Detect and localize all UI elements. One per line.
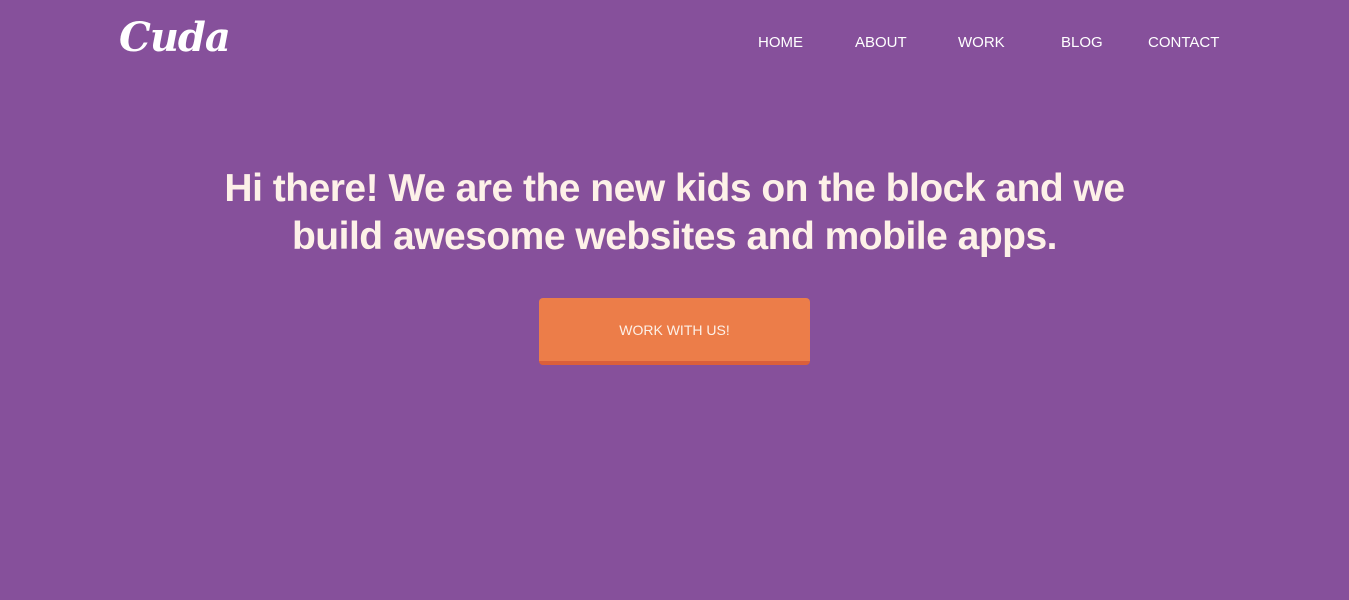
hero-title: Hi there! We are the new kids on the blo…: [224, 167, 1125, 258]
main-nav: HOME ABOUT WORK BLOG CONTACT: [0, 32, 1349, 54]
site-header: Cuda HOME ABOUT WORK BLOG CONTACT: [0, 0, 1349, 90]
nav-item-home[interactable]: HOME: [758, 32, 803, 54]
nav-item-work[interactable]: WORK: [958, 32, 1005, 54]
nav-item-contact[interactable]: CONTACT: [1148, 32, 1219, 54]
nav-item-blog[interactable]: BLOG: [1061, 32, 1103, 54]
work-with-us-button[interactable]: WORK WITH US!: [539, 298, 810, 365]
hero-section: Hi there! We are the new kids on the blo…: [0, 165, 1349, 261]
nav-item-about[interactable]: ABOUT: [855, 32, 907, 54]
